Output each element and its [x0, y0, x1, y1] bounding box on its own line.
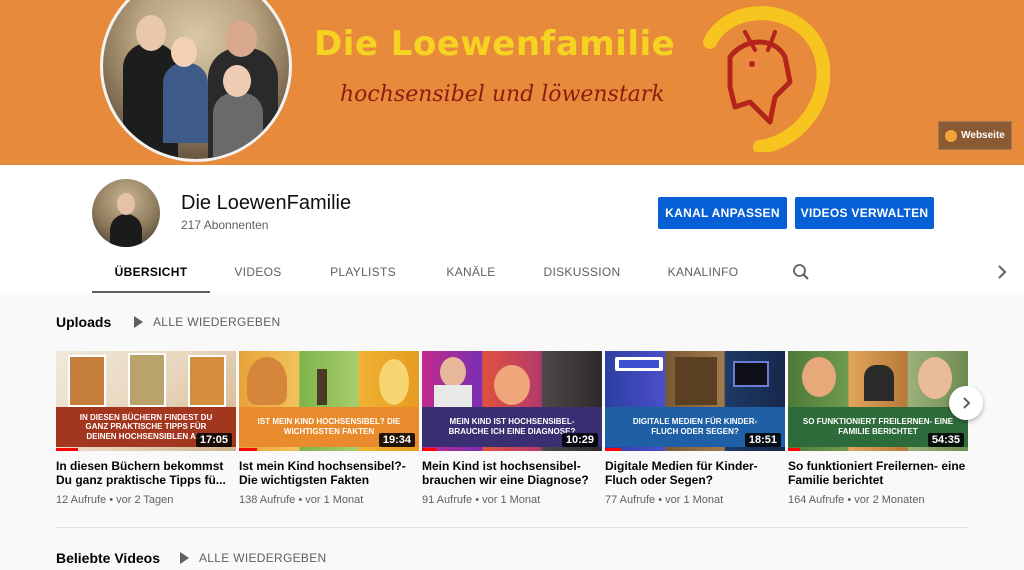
video-card[interactable]: MEIN KIND IST HOCHSENSIBEL- BRAUCHE ICH … — [422, 351, 602, 506]
popular-title: Beliebte Videos — [56, 550, 161, 566]
popular-play-all-label: ALLE WIEDERGEBEN — [199, 551, 327, 565]
lion-logo-icon — [703, 6, 830, 152]
video-card[interactable]: DIGITALE MEDIEN FÜR KINDER- FLUCH ODER S… — [605, 351, 785, 506]
channel-avatar[interactable] — [92, 179, 160, 247]
video-card[interactable]: SO FUNKTIONIERT FREILERNEN- EINE FAMILIE… — [788, 351, 968, 506]
video-title[interactable]: So funktioniert Freilernen- eine Familie… — [788, 459, 968, 487]
video-meta: 12 Aufrufe • vor 2 Tagen — [56, 494, 174, 506]
video-title[interactable]: Mein Kind ist hochsensibel- brauchen wir… — [422, 459, 602, 487]
tab-channels[interactable]: KANÄLE — [420, 257, 522, 293]
chevron-right-icon[interactable] — [994, 263, 1010, 281]
video-title[interactable]: Ist mein Kind hochsensibel?- Die wichtig… — [239, 459, 419, 487]
website-link[interactable]: Webseite — [938, 121, 1012, 150]
channel-header: Die LoewenFamilie 217 Abonnenten KANAL A… — [0, 165, 1024, 293]
uploads-play-all-button[interactable]: ALLE WIEDERGEBEN — [134, 315, 281, 329]
tab-discussion[interactable]: DISKUSSION — [522, 257, 642, 293]
video-thumbnail[interactable]: IST MEIN KIND HOCHSENSIBEL? DIE WICHTIGS… — [239, 351, 419, 451]
manage-videos-button[interactable]: VIDEOS VERWALTEN — [795, 197, 934, 229]
video-duration: 10:29 — [561, 433, 598, 447]
video-thumbnail[interactable]: SO FUNKTIONIERT FREILERNEN- EINE FAMILIE… — [788, 351, 968, 451]
video-meta: 164 Aufrufe • vor 2 Monaten — [788, 494, 925, 506]
chevron-right-icon — [963, 397, 971, 409]
tab-playlists[interactable]: PLAYLISTS — [306, 257, 420, 293]
video-meta: 138 Aufrufe • vor 1 Monat — [239, 494, 364, 506]
video-duration: 19:34 — [378, 433, 415, 447]
video-duration: 54:35 — [927, 433, 964, 447]
video-thumbnail[interactable]: MEIN KIND IST HOCHSENSIBEL- BRAUCHE ICH … — [422, 351, 602, 451]
banner-title: Die Loewenfamilie — [314, 24, 676, 64]
tab-overview[interactable]: ÜBERSICHT — [92, 257, 210, 293]
video-meta: 77 Aufrufe • vor 1 Monat — [605, 494, 724, 506]
video-title[interactable]: Digitale Medien für Kinder- Fluch oder S… — [605, 459, 785, 487]
video-card[interactable]: IN DIESEN BÜCHERN FINDEST DU GANZ PRAKTI… — [56, 351, 236, 506]
video-meta: 91 Aufrufe • vor 1 Monat — [422, 494, 541, 506]
website-label: Webseite — [961, 130, 1005, 141]
tab-about[interactable]: KANALINFO — [642, 257, 764, 293]
customize-channel-button[interactable]: KANAL ANPASSEN — [658, 197, 787, 229]
video-duration: 18:51 — [744, 433, 781, 447]
uploads-title: Uploads — [56, 314, 112, 330]
channel-tabs: ÜBERSICHT VIDEOS PLAYLISTS KANÄLE DISKUS… — [92, 257, 1022, 293]
family-photo — [100, 0, 292, 162]
tab-videos[interactable]: VIDEOS — [210, 257, 306, 293]
video-thumbnail[interactable]: IN DIESEN BÜCHERN FINDEST DU GANZ PRAKTI… — [56, 351, 236, 451]
video-thumbnail[interactable]: DIGITALE MEDIEN FÜR KINDER- FLUCH ODER S… — [605, 351, 785, 451]
channel-banner: Die Loewenfamilie hochsensibel und löwen… — [0, 0, 1024, 165]
play-icon — [134, 316, 143, 328]
uploads-play-all-label: ALLE WIEDERGEBEN — [153, 315, 281, 329]
video-card[interactable]: IST MEIN KIND HOCHSENSIBEL? DIE WICHTIGS… — [239, 351, 419, 506]
carousel-next-button[interactable] — [949, 386, 983, 420]
channel-name: Die LoewenFamilie — [181, 192, 352, 214]
banner-subtitle: hochsensibel und löwenstark — [340, 82, 665, 107]
website-icon — [945, 129, 958, 142]
play-icon — [180, 552, 189, 564]
search-icon[interactable] — [792, 263, 810, 281]
video-duration: 17:05 — [195, 433, 232, 447]
section-divider — [56, 527, 968, 528]
video-title[interactable]: In diesen Büchern bekommst Du ganz prakt… — [56, 459, 236, 487]
subscriber-count: 217 Abonnenten — [181, 218, 269, 232]
popular-play-all-button[interactable]: ALLE WIEDERGEBEN — [180, 551, 327, 565]
